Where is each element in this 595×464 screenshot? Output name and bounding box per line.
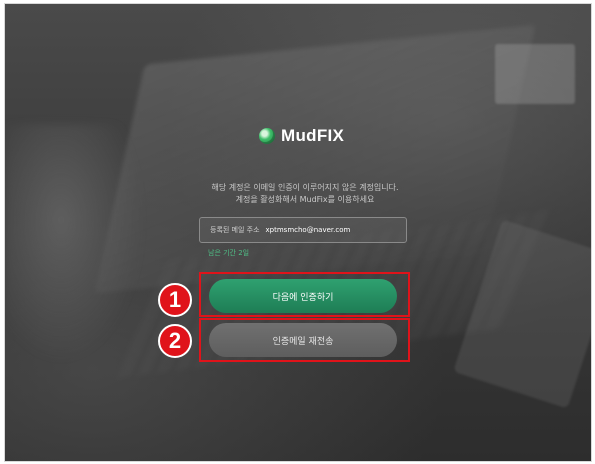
brand-name: MudFIX	[281, 126, 345, 145]
brand-logo: MudFIX	[259, 125, 344, 147]
registered-email-field: 등록된 메일 주소 xptmsmcho@naver.com	[199, 217, 407, 243]
email-value: xptmsmcho@naver.com	[265, 226, 351, 234]
step-marker-1: 1	[158, 283, 192, 317]
background-monitor	[495, 44, 575, 104]
login-screen: MudFIX 해당 계정은 이메일 인증이 이루어지지 않은 계정입니다. 계정…	[4, 3, 592, 462]
step-marker-2: 2	[158, 324, 192, 358]
email-label: 등록된 메일 주소	[210, 226, 260, 234]
verification-message: 해당 계정은 이메일 인증이 이루어지지 않은 계정입니다. 계정을 활성화해서…	[155, 182, 455, 206]
highlight-box-1	[199, 272, 410, 317]
remaining-period: 남은 기간 2일	[208, 249, 250, 257]
highlight-box-2	[199, 318, 410, 362]
message-line-1: 해당 계정은 이메일 인증이 이루어지지 않은 계정입니다.	[211, 183, 399, 192]
mudfix-logo-icon	[259, 128, 275, 144]
message-line-2: 계정을 활성화해서 MudFix를 이용하세요	[235, 195, 375, 204]
